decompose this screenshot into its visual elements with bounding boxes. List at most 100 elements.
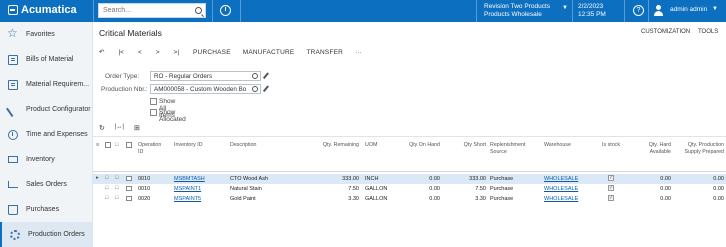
clock-icon (8, 129, 18, 140)
table-row[interactable]: □ □ 0010 MSPAINT1 Natural Stain 7.50 GAL… (93, 184, 726, 194)
show-all-items-checkbox[interactable] (150, 98, 157, 105)
lookup-icon[interactable] (252, 73, 258, 79)
user-name[interactable]: admin admin (670, 6, 707, 13)
replenishment-source-cell: Purchase (490, 195, 514, 202)
col-is-stock[interactable]: Is stock (596, 142, 626, 149)
acumatica-logo[interactable]: Acumatica (8, 4, 77, 16)
sidebar-item-label: Production Orders (28, 231, 85, 238)
qty-on-hand-cell: 0.00 (429, 185, 440, 192)
row-settings-icon[interactable]: ≡ (96, 142, 99, 148)
bill-icon (8, 54, 18, 65)
chevron-down-icon[interactable]: ▼ (562, 5, 568, 11)
table-row[interactable]: ▸ □ □ 0010 MSBMTASH CTO Wood Ash 333.00 … (93, 174, 726, 184)
col-qty-remaining[interactable]: Qty. Remaining (319, 142, 359, 149)
warehouse-link[interactable]: WHOLESALE (544, 186, 578, 192)
select-all-checkbox[interactable] (105, 142, 111, 148)
sidebar-item-production-orders[interactable]: Production Orders (0, 222, 93, 247)
cart-icon (8, 181, 18, 188)
row-note-icon[interactable]: □ (115, 175, 118, 181)
replenishment-source-cell: Purchase (490, 185, 514, 192)
next-record-button[interactable]: > (156, 49, 160, 56)
sidebar-item-inventory[interactable]: Inventory (0, 147, 93, 172)
row-select-checkbox[interactable] (126, 195, 132, 201)
business-date[interactable]: 2/2/2023 12:35 PM (578, 3, 606, 19)
search-icon[interactable] (195, 7, 202, 14)
table-row[interactable]: □ □ 0020 MSPAINT5 Gold Paint 3.30 GALLON… (93, 194, 726, 204)
col-inventory-id[interactable]: Inventory ID (174, 142, 203, 149)
row-select-checkbox[interactable] (126, 175, 132, 181)
row-attachment-icon[interactable]: □ (105, 185, 108, 191)
col-operation-id[interactable]: Operation ID (138, 142, 168, 155)
col-qty-on-hand[interactable]: Qty On Hand (404, 142, 440, 149)
col-replenishment-source[interactable]: Replenishment Source (490, 142, 540, 155)
col-warehouse[interactable]: Warehouse (544, 142, 571, 149)
last-record-button[interactable]: >| (174, 49, 179, 56)
sidebar-item-purchases[interactable]: Purchases (0, 197, 93, 222)
tools-menu[interactable]: TOOLS (698, 29, 718, 35)
row-note-icon[interactable]: □ (115, 195, 118, 201)
row-note-icon[interactable]: □ (115, 185, 118, 191)
date-text: 2/2/2023 (578, 3, 604, 10)
chevron-down-icon[interactable]: ▼ (712, 6, 718, 12)
col-uom[interactable]: UOM (365, 142, 377, 149)
purchase-button[interactable]: PURCHASE (193, 49, 231, 56)
col-qty-production-supply-prepared[interactable]: Qty. Production Supply Prepared (678, 142, 724, 155)
global-search-input[interactable]: Search... (98, 3, 206, 18)
branch-name: Products Wholesale (484, 11, 542, 18)
manufacture-button[interactable]: MANUFACTURE (243, 49, 295, 56)
inventory-id-link[interactable]: MSPAINT5 (174, 196, 201, 202)
lookup-icon[interactable] (252, 86, 258, 92)
qty-on-hand-cell: 0.00 (429, 195, 440, 202)
sidebar-item-sales-orders[interactable]: Sales Orders (0, 172, 93, 197)
user-avatar-icon[interactable] (654, 5, 663, 16)
help-icon[interactable]: ? (633, 5, 644, 16)
order-type-field[interactable]: RO - Regular Orders (150, 71, 261, 81)
operation-id-cell: 0010 (138, 175, 151, 182)
refresh-icon[interactable]: ↻ (99, 124, 105, 132)
sidebar-item-product-configurator[interactable]: Product Configurator (0, 97, 93, 122)
warehouse-link[interactable]: WHOLESALE (544, 176, 578, 182)
inventory-id-link[interactable]: MSPAINT1 (174, 186, 201, 192)
qty-remaining-cell: 3.30 (348, 195, 359, 202)
warehouse-link[interactable]: WHOLESALE (544, 196, 578, 202)
undo-icon[interactable]: ↶ (99, 48, 104, 56)
acumatica-logo-icon (8, 5, 18, 15)
is-stock-checkbox: ✓ (608, 185, 614, 191)
row-attachment-icon[interactable]: □ (105, 175, 108, 181)
row-select-checkbox[interactable] (126, 185, 132, 191)
recent-history-icon[interactable] (220, 5, 231, 16)
customization-menu[interactable]: CUSTOMIZATION (641, 29, 690, 35)
brand-name: Acumatica (21, 4, 77, 16)
company-name: Revision Two Products (484, 3, 550, 10)
production-nbr-field[interactable]: AM000058 - Custom Wooden Bo (150, 84, 261, 94)
previous-record-button[interactable]: < (138, 49, 142, 56)
sidebar-item-favorites[interactable]: Favorites (0, 22, 93, 47)
description-cell: Gold Paint (230, 195, 256, 202)
sidebar-item-time-and-expenses[interactable]: Time and Expenses (0, 122, 93, 147)
company-branch-selector[interactable]: Revision Two Products Products Wholesale (484, 3, 550, 19)
export-excel-icon[interactable]: ⊞ (134, 124, 140, 132)
fit-to-screen-icon[interactable]: |↔| (115, 124, 124, 132)
col-qty-short[interactable]: Qty Short (450, 142, 486, 149)
col-description[interactable]: Description (230, 142, 257, 149)
operation-id-cell: 0010 (138, 185, 151, 192)
inventory-id-link[interactable]: MSBMTASH (174, 176, 205, 182)
transfer-button[interactable]: TRANSFER (306, 49, 343, 56)
gear-icon (10, 229, 20, 240)
sidebar-item-label: Inventory (26, 156, 55, 163)
sidebar-item-material-requirements[interactable]: Material Requirem... (0, 72, 93, 97)
edit-icon[interactable] (262, 85, 269, 92)
edit-icon[interactable] (262, 72, 269, 79)
uom-cell: INCH (365, 175, 379, 182)
col-qty-hard-available[interactable]: Qty. Hard Available (635, 142, 671, 155)
first-record-button[interactable]: |< (118, 49, 123, 56)
qty-hard-available-cell: 0.00 (660, 195, 671, 202)
qty-short-cell: 333.00 (469, 175, 486, 182)
row-attachment-icon[interactable]: □ (105, 195, 108, 201)
sidebar-item-bills-of-material[interactable]: Bills of Material (0, 47, 93, 72)
row-selector-icon[interactable]: ▸ (96, 175, 99, 181)
more-actions-button[interactable]: ··· (355, 49, 362, 56)
show-allocated-checkbox[interactable] (150, 109, 157, 116)
column-checkbox[interactable] (126, 142, 132, 148)
truck-icon (8, 156, 18, 163)
